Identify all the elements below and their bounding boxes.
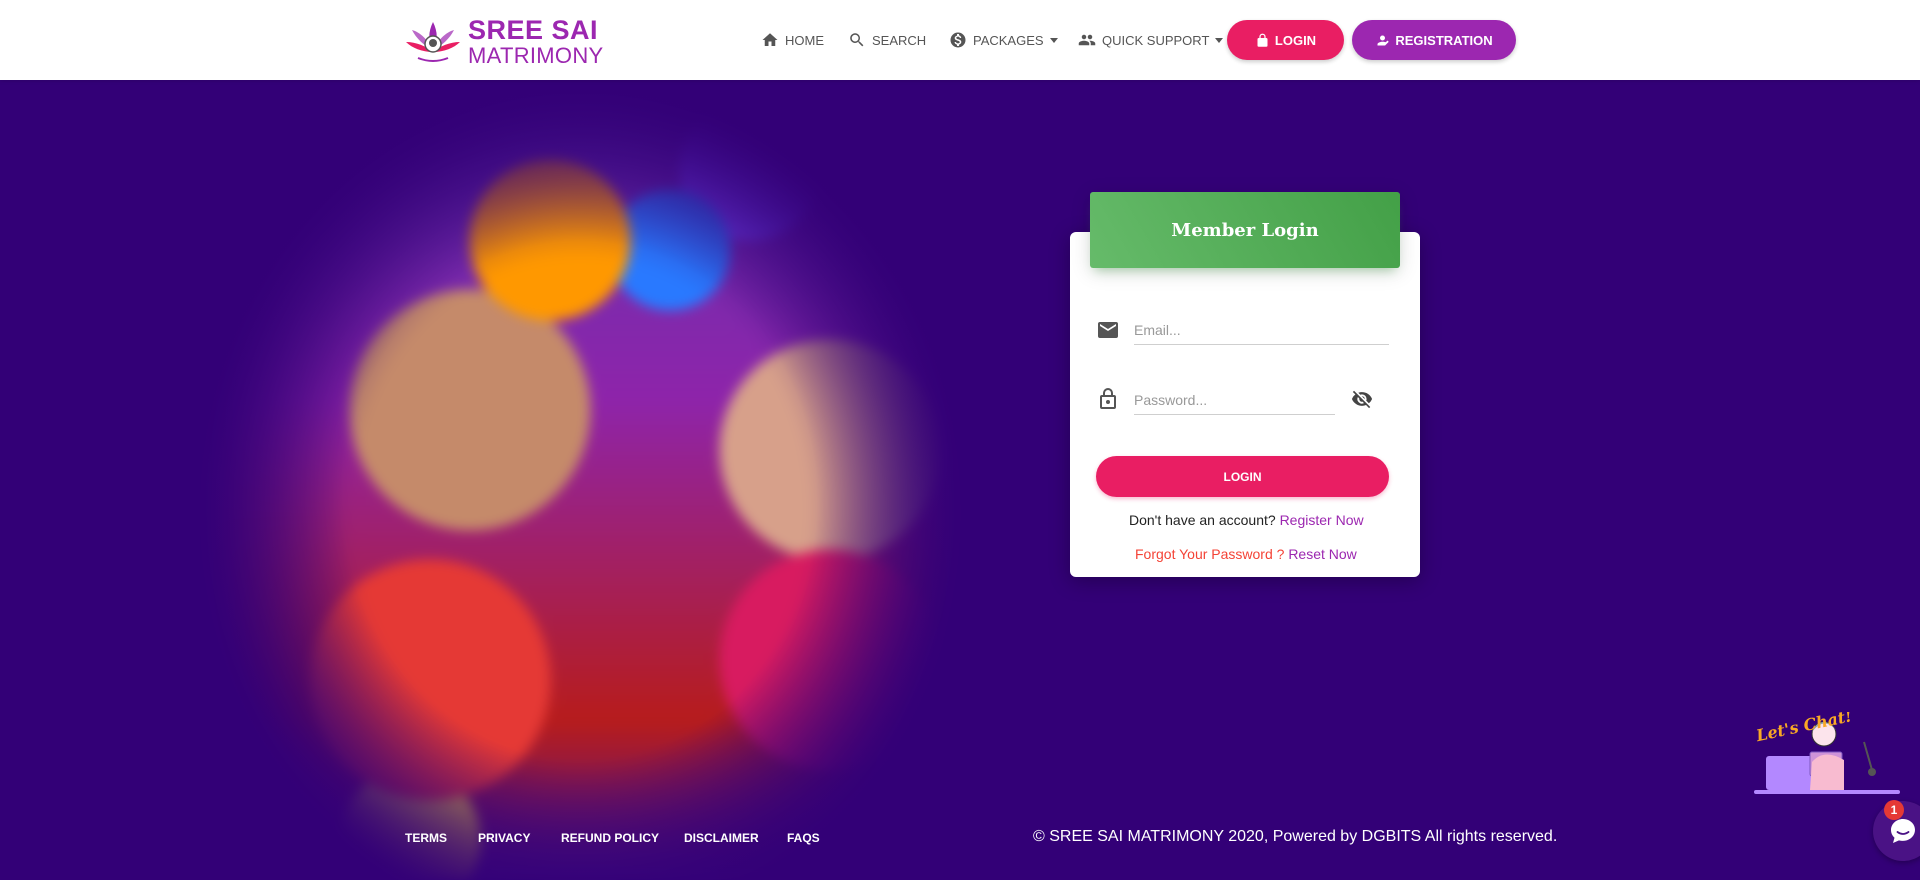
nav-home[interactable]: HOME xyxy=(761,28,824,52)
login-card-header: Member Login xyxy=(1090,192,1400,268)
footer-link-privacy[interactable]: PRIVACY xyxy=(478,831,530,845)
nav-registration-button[interactable]: REGISTRATION xyxy=(1352,20,1516,60)
login-submit-label: LOGIN xyxy=(1223,469,1262,484)
footer-link-refund-policy[interactable]: REFUND POLICY xyxy=(561,831,659,845)
chat-notification-badge: 1 xyxy=(1884,800,1904,820)
chevron-down-icon xyxy=(1049,37,1058,43)
nav-login-label: LOGIN xyxy=(1274,32,1317,48)
footer-link-disclaimer[interactable]: DISCLAIMER xyxy=(684,831,759,845)
lock-icon xyxy=(1100,388,1116,409)
nav-packages[interactable]: PACKAGES xyxy=(949,28,1058,52)
forgot-password-prompt: Forgot Your Password ? Reset Now xyxy=(1135,546,1357,562)
register-now-link[interactable]: Register Now xyxy=(1280,512,1364,528)
brand-name-line2: MATRIMONY xyxy=(468,43,604,68)
login-submit-button[interactable]: LOGIN xyxy=(1096,456,1389,497)
navbar: SREE SAI MATRIMONY HOME SEARCH PACKAGES … xyxy=(0,0,1920,80)
home-icon xyxy=(762,33,778,46)
lets-chat-text: Let's Chat! xyxy=(1754,712,1854,745)
email-icon xyxy=(1098,322,1118,338)
search-icon xyxy=(850,33,864,47)
nav-login-button[interactable]: LOGIN xyxy=(1227,20,1344,60)
nav-home-label: HOME xyxy=(785,32,824,48)
login-card-title: Member Login xyxy=(1171,219,1319,241)
nav-quick-support[interactable]: QUICK SUPPORT xyxy=(1078,28,1224,52)
footer-copyright: © SREE SAI MATRIMONY 2020, Powered by DG… xyxy=(1033,828,1558,845)
footer-link-terms[interactable]: TERMS xyxy=(405,831,447,845)
hero-couple-photo xyxy=(110,80,1040,880)
nav-registration-label: REGISTRATION xyxy=(1395,32,1493,48)
brand-logo[interactable]: SREE SAI MATRIMONY xyxy=(404,15,604,68)
person-add-icon xyxy=(1377,35,1390,45)
lock-icon xyxy=(1257,33,1268,47)
lets-chat-illustration[interactable]: Let's Chat! xyxy=(1752,712,1902,800)
people-icon xyxy=(1078,34,1096,46)
nav-search-label: SEARCH xyxy=(872,32,927,48)
nav-quick-support-label: QUICK SUPPORT xyxy=(1102,32,1210,48)
eye-off-icon[interactable] xyxy=(1350,388,1374,410)
brand-name-line1: SREE SAI xyxy=(468,15,599,45)
password-field[interactable] xyxy=(1134,386,1335,415)
email-field[interactable] xyxy=(1134,316,1389,345)
lotus-logo-icon xyxy=(406,22,460,62)
reset-now-link[interactable]: Reset Now xyxy=(1288,546,1356,562)
hero-photo-vignette xyxy=(110,80,1040,880)
chevron-down-icon xyxy=(1215,37,1224,43)
no-account-text: Don't have an account? xyxy=(1129,512,1276,528)
dollar-icon xyxy=(950,32,966,48)
nav-packages-label: PACKAGES xyxy=(973,32,1044,48)
forgot-password-text: Forgot Your Password ? xyxy=(1135,546,1285,562)
footer-link-faqs[interactable]: FAQS xyxy=(787,831,820,845)
nav-search[interactable]: SEARCH xyxy=(848,28,926,52)
register-prompt: Don't have an account? Register Now xyxy=(1129,512,1364,528)
